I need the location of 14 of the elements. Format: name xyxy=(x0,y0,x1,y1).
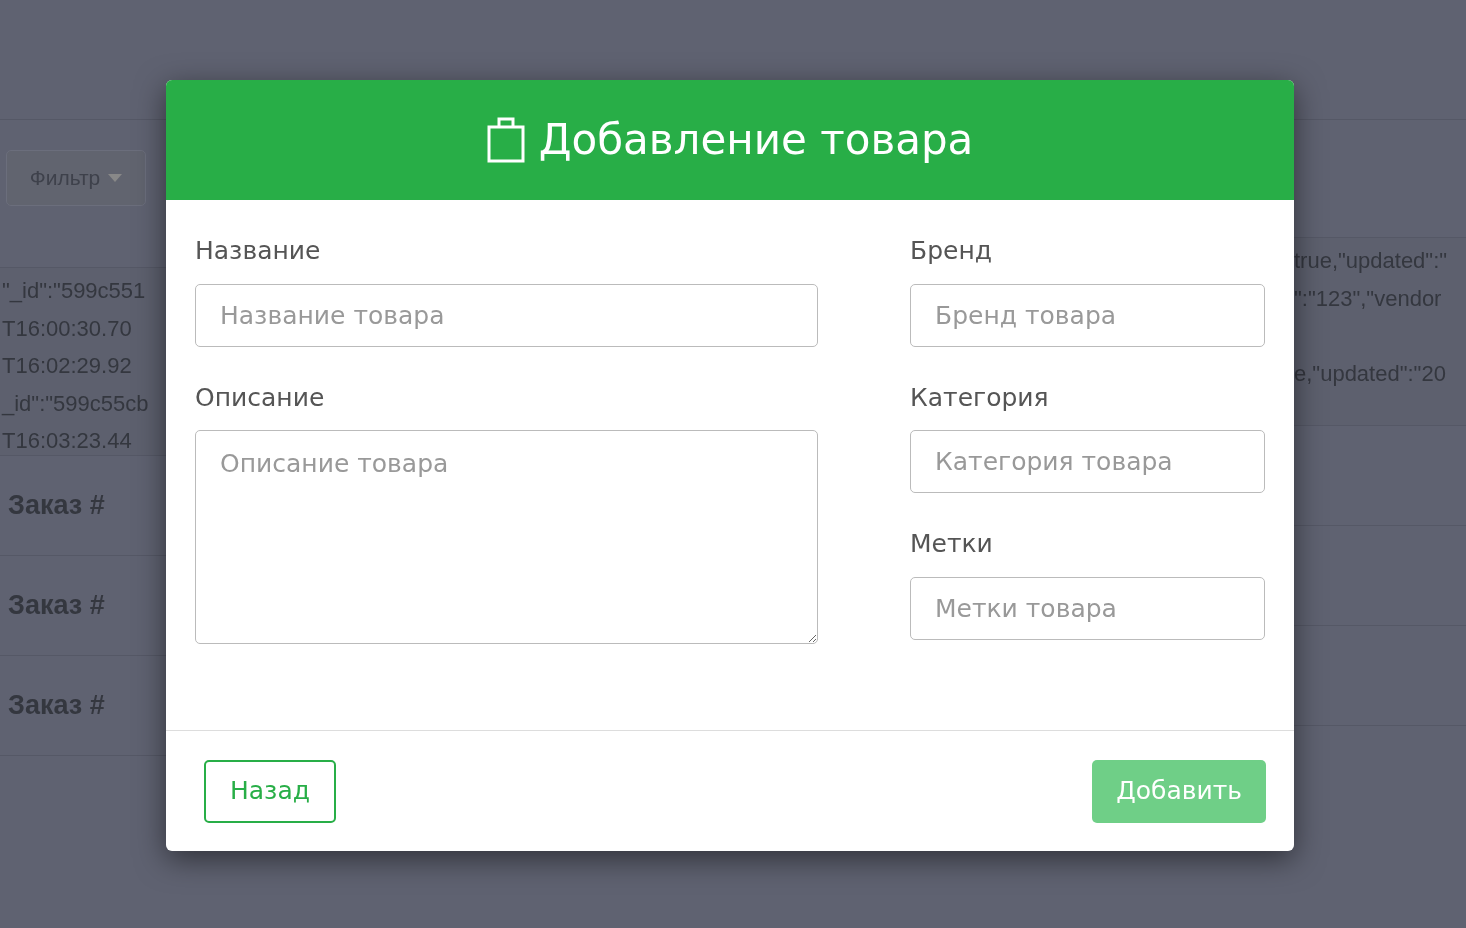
field-label: Категория xyxy=(910,381,1050,414)
input-field[interactable]: Метки товара xyxy=(910,576,1265,640)
text-area[interactable]: Описание товара xyxy=(195,430,818,644)
back-button[interactable]: Назад xyxy=(204,759,337,823)
input-field[interactable]: Категория товара xyxy=(910,430,1265,493)
field-label: Метки xyxy=(910,528,994,560)
field-label: Описание xyxy=(195,381,326,414)
dialog-title: Добавление товара xyxy=(538,114,974,166)
field-label: Название xyxy=(195,235,322,267)
input-field[interactable]: Бренд товара xyxy=(910,283,1265,347)
shopping-bag-icon xyxy=(486,117,525,163)
input-field[interactable]: Название товара xyxy=(195,283,818,347)
caret-icon xyxy=(108,174,123,182)
field-label: Бренд xyxy=(910,235,994,267)
